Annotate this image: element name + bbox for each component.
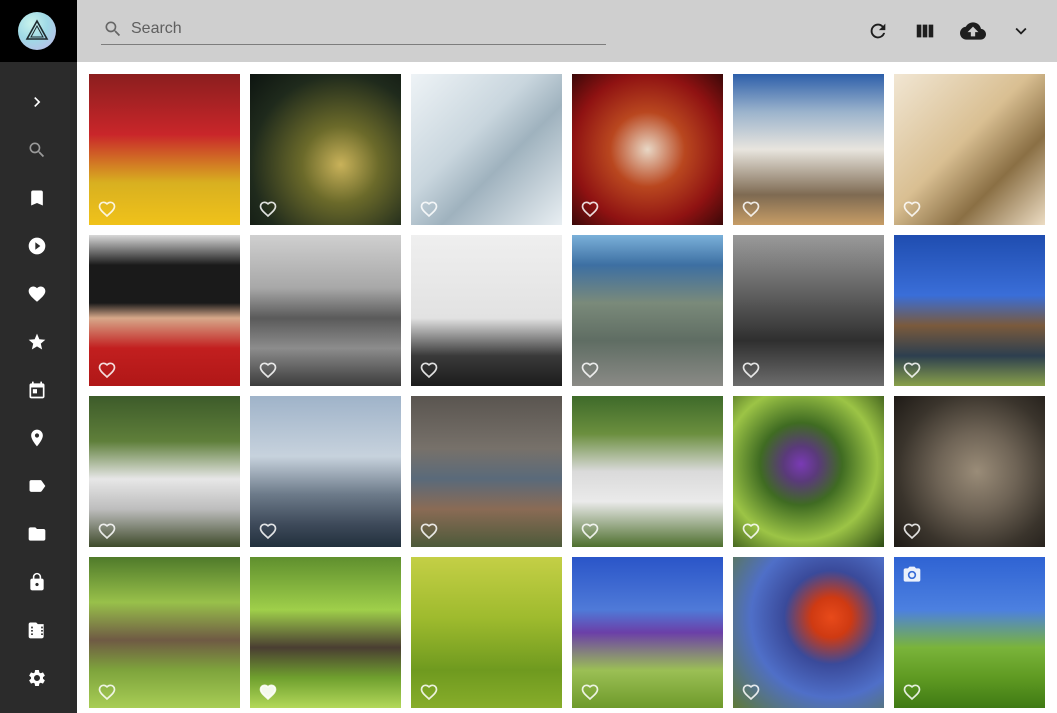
sidebar-item-calendar[interactable] — [25, 378, 49, 402]
favorite-heart-icon[interactable] — [741, 682, 761, 702]
favorite-heart-icon[interactable] — [419, 521, 439, 541]
favorite-heart-icon[interactable] — [902, 521, 922, 541]
photo-tile-snowy-wooden-fence[interactable] — [733, 74, 884, 225]
photo-tile-swan-boats[interactable] — [89, 396, 240, 547]
film-folder-icon — [28, 622, 44, 639]
location-pin-icon — [31, 429, 43, 447]
sidebar-item-star[interactable] — [25, 330, 49, 354]
search-input[interactable] — [129, 16, 603, 42]
photo-tile-white-cottage[interactable] — [572, 396, 723, 547]
play-circle-icon — [28, 237, 46, 255]
favorite-heart-icon[interactable] — [741, 199, 761, 219]
view-mode-button[interactable] — [912, 18, 938, 44]
favorite-heart-icon[interactable] — [419, 199, 439, 219]
triangle-logo-icon — [25, 19, 49, 40]
lock-icon — [30, 572, 44, 591]
photo-tile-cn-tower-harbour[interactable] — [250, 396, 401, 547]
sidebar-item-location-pin[interactable] — [25, 426, 49, 450]
app-logo[interactable] — [18, 12, 56, 50]
upload-cloud-icon — [960, 22, 986, 40]
camera-icon — [902, 565, 922, 585]
refresh-icon — [870, 23, 886, 39]
favorite-heart-icon[interactable] — [902, 360, 922, 380]
sidebar-item-search[interactable] — [25, 138, 49, 162]
sidebar-item-bookmark[interactable] — [25, 186, 49, 210]
photo-tile-dog-on-red-cushion[interactable] — [572, 74, 723, 225]
search-icon — [29, 142, 45, 158]
more-menu-button[interactable] — [1008, 18, 1034, 44]
photo-tile-tabby-cat[interactable] — [894, 396, 1045, 547]
sidebar-item-gear[interactable] — [25, 666, 49, 690]
favorite-heart-icon[interactable] — [580, 199, 600, 219]
sidebar-item-folder[interactable] — [25, 522, 49, 546]
sidebar-item-film-folder[interactable] — [25, 618, 49, 642]
label-icon — [29, 480, 46, 492]
sidebar-item-play-circle[interactable] — [25, 234, 49, 258]
sidebar-item-lock[interactable] — [25, 570, 49, 594]
favorite-heart-icon[interactable] — [902, 682, 922, 702]
photo-tile-old-ship[interactable] — [894, 235, 1045, 386]
photo-tile-city-skyline-bw[interactable] — [733, 235, 884, 386]
photo-tile-iris-flowers-sky[interactable] — [572, 557, 723, 708]
favorite-heart-icon[interactable] — [258, 682, 278, 702]
gear-icon — [29, 670, 45, 686]
search-field[interactable] — [101, 14, 606, 45]
photo-tile-green-grass[interactable] — [411, 557, 562, 708]
favorite-heart-icon[interactable] — [419, 360, 439, 380]
favorite-heart-icon[interactable] — [258, 360, 278, 380]
star-icon — [28, 333, 46, 350]
photo-tile-bonbon-piment[interactable] — [250, 74, 401, 225]
photo-tile-grass-blue-sky[interactable] — [894, 557, 1045, 708]
chevron-right-icon — [34, 97, 41, 107]
view-columns-icon — [916, 24, 934, 38]
sidebar-item-label[interactable] — [25, 474, 49, 498]
photo-tile-royal-guard[interactable] — [89, 235, 240, 386]
chevron-down-icon — [1015, 27, 1027, 35]
favorite-heart-icon[interactable] — [258, 199, 278, 219]
favorite-heart-icon[interactable] — [97, 521, 117, 541]
photo-tile-toronto-aerial[interactable] — [572, 235, 723, 386]
favorite-heart-icon[interactable] — [741, 521, 761, 541]
photo-tile-grasshopper[interactable] — [894, 74, 1045, 225]
calendar-icon — [29, 381, 45, 399]
favorite-heart-icon[interactable] — [97, 360, 117, 380]
favorite-heart-icon[interactable] — [419, 682, 439, 702]
top-toolbar — [77, 0, 1057, 62]
photo-tile-two-geese[interactable] — [250, 557, 401, 708]
favorite-heart-icon[interactable] — [902, 199, 922, 219]
photo-tile-white-architecture[interactable] — [411, 74, 562, 225]
favorite-heart-icon[interactable] — [97, 682, 117, 702]
favorite-heart-icon[interactable] — [580, 360, 600, 380]
photo-tile-purple-flowers[interactable] — [733, 396, 884, 547]
sidebar-item-heart[interactable] — [25, 282, 49, 306]
sidebar — [0, 0, 77, 713]
folder-icon — [28, 527, 46, 541]
bookmark-icon — [31, 190, 43, 206]
photo-tile-geese-by-pond[interactable] — [89, 557, 240, 708]
photo-tile-old-house-porch[interactable] — [411, 396, 562, 547]
photo-tile-coca-cola-taxi[interactable] — [89, 74, 240, 225]
favorite-heart-icon[interactable] — [580, 682, 600, 702]
photo-tile-red-poppies[interactable] — [733, 557, 884, 708]
heart-icon — [28, 286, 46, 302]
search-icon — [105, 21, 121, 37]
favorite-heart-icon[interactable] — [580, 521, 600, 541]
favorite-heart-icon[interactable] — [258, 521, 278, 541]
favorite-heart-icon[interactable] — [741, 360, 761, 380]
favorite-heart-icon[interactable] — [97, 199, 117, 219]
upload-button[interactable] — [960, 18, 986, 44]
sidebar-item-chevron-right[interactable] — [25, 90, 49, 114]
photo-tile-millennium-bridge[interactable] — [250, 235, 401, 386]
logo-area — [0, 0, 77, 62]
refresh-button[interactable] — [865, 18, 891, 44]
photo-tile-tiff-stage[interactable] — [411, 235, 562, 386]
